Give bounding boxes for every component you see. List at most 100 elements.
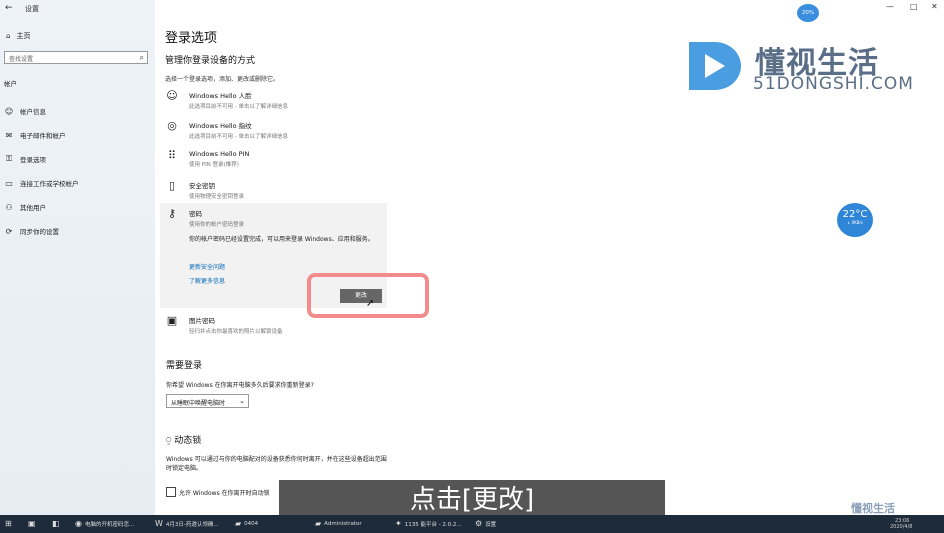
sidebar-item-email[interactable]: ✉ 电子邮件和帐户 (4, 130, 66, 141)
pin-icon: ⠿ (167, 149, 177, 162)
app-title: 设置 (25, 5, 39, 13)
option-title: 安全密钥 (189, 182, 215, 190)
option-desc: 轻扫并点击你最喜欢的照片以解锁设备 (189, 329, 283, 335)
home-nav[interactable]: ⌂ 主页 (6, 31, 30, 41)
user-icon: ☺ (4, 106, 14, 116)
sidebar-item-sync[interactable]: ⟳ 同步你的设置 (4, 226, 59, 237)
taskbar-item[interactable]: ✦ 1135 能平台 - 2.0.2... (395, 519, 462, 528)
require-signin-heading: 需要登录 (166, 361, 203, 371)
chevron-down-icon: ⌄ (239, 397, 245, 405)
option-title: Windows Hello 人脸 (189, 92, 252, 100)
taskbar-item[interactable]: ▰ 0404 (235, 519, 258, 528)
option-title: 密码 (189, 210, 202, 218)
mouse-cursor-icon: ➚ (366, 298, 375, 309)
option-desc: 使用物理安全密钥登录 (189, 194, 245, 200)
folder-icon: ▰ (235, 519, 242, 528)
option-picture-password[interactable]: ▣ 图片密码 轻扫并点击你最喜欢的照片以解锁设备 (165, 315, 283, 335)
browser-icon: ◉ (75, 519, 82, 528)
taskbar-item[interactable]: ◉ 电脑的开机密码怎... (75, 519, 134, 528)
require-signin-question: 你希望 Windows 在你离开电脑多久后要求你重新登录? (166, 382, 314, 389)
search-icon: ⌕ (139, 53, 144, 62)
people-icon: ⚇ (5, 202, 13, 212)
option-fingerprint[interactable]: ◎ Windows Hello 指纹 此选项目前不可用 - 单击以了解详细信息 (165, 120, 288, 140)
sidebar-item-work-school[interactable]: ▭ 连接工作或学校帐户 (4, 178, 79, 189)
dynamic-lock-icon: ⍜ (166, 436, 172, 446)
update-security-questions-link[interactable]: 更新安全问题 (189, 262, 225, 271)
section-heading: 帐户 (4, 80, 17, 88)
dynamic-lock-checkbox[interactable] (166, 487, 176, 497)
password-key-icon: ⚷ (167, 207, 177, 220)
sidebar: ← 设置 ⌂ 主页 查找设置 ⌕ 帐户 ☺ 帐户信息 ✉ 电子邮件和帐户 ⚿ 登… (0, 0, 155, 515)
option-password[interactable]: ⚷ 密码 使用你的帐户密码登录 (165, 208, 244, 228)
option-desc: 此选项目前不可用 - 单击以了解详细信息 (189, 134, 288, 140)
subtitle-caption: 点击[更改] (279, 480, 665, 520)
option-desc: 使用你的帐户密码登录 (189, 222, 245, 228)
option-desc: 此选项目前不可用 - 单击以了解详细信息 (189, 104, 288, 110)
dynamic-lock-title: 动态锁 (174, 436, 202, 446)
change-button[interactable]: 更改 (340, 289, 382, 303)
widget-sub: ↓ 0KB/s (847, 220, 863, 225)
speed-bubble: 20% (797, 4, 819, 22)
taskbar: ⊞ ▣ ◧ ◉ 电脑的开机密码怎... W 4月3日-药邀认领确... ▰ 04… (0, 515, 944, 533)
sidebar-item-other-users[interactable]: ⚇ 其他用户 (4, 202, 46, 213)
option-face[interactable]: ☺ Windows Hello 人脸 此选项目前不可用 - 单击以了解详细信息 (165, 90, 288, 110)
taskbar-item[interactable]: W 4月3日-药邀认领确... (155, 519, 219, 528)
sidebar-item-label: 帐户信息 (20, 108, 46, 116)
page-subtitle: 管理你登录设备的方式 (165, 56, 256, 66)
bottom-watermark: 懂视生活 (851, 502, 895, 515)
taskbar-item[interactable]: ▰ Administrator (315, 519, 362, 528)
picture-icon: ▣ (166, 314, 178, 327)
gear-icon: ⚙ (475, 519, 483, 528)
dynamic-lock-heading: ⍜ 动态锁 (166, 433, 201, 446)
sidebar-item-label: 电子邮件和帐户 (20, 132, 66, 140)
folder-icon: ▰ (315, 519, 322, 528)
home-icon: ⌂ (6, 32, 11, 40)
brand-logo-icon (689, 42, 741, 90)
dynamic-lock-desc: Windows 可以通过与你的电脑配对的设备获悉你何时离开，并在这些设备超出范围… (166, 456, 387, 472)
word-icon: W (155, 519, 163, 528)
sidebar-item-label: 同步你的设置 (20, 228, 59, 236)
dropdown-value: 从睡眠中唤醒电脑时 (171, 400, 226, 407)
brand-url: 51DONGSHI.COM (753, 74, 914, 94)
clock-date[interactable]: 2020/4/8 (890, 524, 912, 530)
option-title: Windows Hello PIN (189, 150, 250, 158)
sidebar-item-label: 登录选项 (20, 156, 46, 164)
sidebar-item-account-info[interactable]: ☺ 帐户信息 (4, 106, 46, 117)
option-title: 图片密码 (189, 317, 215, 325)
sidebar-item-label: 其他用户 (20, 204, 46, 212)
fingerprint-icon: ◎ (167, 119, 177, 132)
close-button[interactable]: ✕ (931, 2, 938, 11)
maximize-button[interactable]: □ (910, 2, 918, 11)
face-icon: ☺ (166, 89, 178, 102)
usb-key-icon: ▯ (168, 179, 176, 192)
sidebar-item-signin-options[interactable]: ⚿ 登录选项 (4, 154, 46, 164)
option-pin[interactable]: ⠿ Windows Hello PIN 使用 PIN 登录(推荐) (165, 150, 249, 168)
taskbar-app-icon[interactable]: ◧ (52, 519, 60, 528)
windows-logo-icon: ⊞ (5, 519, 12, 528)
briefcase-icon: ▭ (5, 178, 13, 188)
dynamic-lock-checkbox-label: 允许 Windows 在你离开时自动锁 (179, 490, 270, 497)
sidebar-item-label: 连接工作或学校帐户 (20, 180, 79, 188)
page-title: 登录选项 (165, 31, 218, 46)
key-icon: ⚿ (5, 154, 13, 163)
option-security-key[interactable]: ▯ 安全密钥 使用物理安全密钥登录 (165, 180, 244, 200)
app-icon: ✦ (395, 519, 402, 528)
store-icon[interactable]: ▣ (28, 519, 36, 528)
require-signin-dropdown[interactable]: 从睡眠中唤醒电脑时 ⌄ (166, 394, 249, 408)
mail-icon: ✉ (5, 130, 13, 140)
minimize-button[interactable]: — (886, 2, 894, 11)
option-desc: 使用 PIN 登录(推荐) (189, 162, 239, 168)
home-label: 主页 (16, 32, 31, 40)
hint-text: 选择一个登录选项，添加、更改或删除它。 (165, 76, 280, 83)
option-title: Windows Hello 指纹 (189, 122, 252, 130)
password-desc: 你的帐户密码已经设置完成，可以用来登录 Windows、应用和服务。 (189, 236, 374, 243)
taskbar-item[interactable]: ⚙ 设置 (475, 519, 496, 528)
start-button[interactable]: ⊞ (5, 519, 12, 528)
sync-icon: ⟳ (5, 226, 13, 236)
search-input[interactable]: 查找设置 ⌕ (4, 51, 148, 64)
widget-temp: 22°C (842, 209, 868, 220)
search-placeholder: 查找设置 (9, 56, 34, 63)
back-button[interactable]: ← (5, 3, 13, 13)
learn-more-link[interactable]: 了解更多信息 (189, 276, 225, 285)
network-widget: 22°C ↓ 0KB/s (837, 203, 873, 237)
